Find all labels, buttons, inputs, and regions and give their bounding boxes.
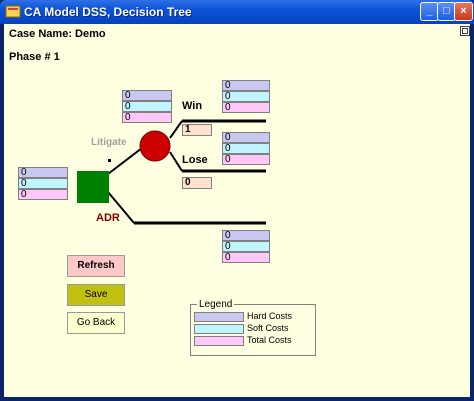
go-back-button[interactable]: Go Back — [67, 312, 125, 334]
adr-soft-cost: 0 — [18, 178, 68, 189]
litigate-chance-node[interactable] — [138, 129, 172, 163]
adr-outcome-hard-cost: 0 — [222, 230, 270, 241]
lose-total-cost: 0 — [222, 154, 270, 165]
client-area: Case Name: Demo Phase # 1 ADR Litigate W… — [4, 24, 470, 397]
litigate-hard-cost: 0 — [122, 90, 172, 101]
legend-title: Legend — [197, 299, 235, 310]
legend-label-hard: Hard Costs — [247, 311, 293, 321]
restore-icon[interactable] — [460, 26, 470, 36]
lose-hard-cost: 0 — [222, 132, 270, 143]
legend-label-total: Total Costs — [247, 335, 292, 345]
lose-label: Lose — [182, 154, 208, 166]
refresh-button[interactable]: Refresh — [67, 255, 125, 277]
lose-probability-input[interactable]: 0 — [182, 177, 212, 189]
win-total-cost: 0 — [222, 102, 270, 113]
litigate-total-cost: 0 — [122, 112, 172, 123]
adr-decision-node[interactable] — [77, 171, 109, 203]
win-probability-input[interactable]: 1 — [182, 124, 212, 136]
lose-soft-cost: 0 — [222, 143, 270, 154]
win-hard-cost: 0 — [222, 80, 270, 91]
title-bar[interactable]: CA Model DSS, Decision Tree _ □ × — [0, 0, 474, 24]
legend-label-soft: Soft Costs — [247, 323, 289, 333]
app-window: CA Model DSS, Decision Tree _ □ × Case N… — [0, 0, 474, 401]
adr-total-cost: 0 — [18, 189, 68, 200]
adr-label: ADR — [96, 212, 120, 224]
legend-swatch-soft — [194, 324, 244, 334]
win-soft-cost: 0 — [222, 91, 270, 102]
legend-swatch-hard — [194, 312, 244, 322]
close-button[interactable]: × — [454, 2, 473, 21]
window-title: CA Model DSS, Decision Tree — [24, 5, 192, 19]
save-button[interactable]: Save — [67, 284, 125, 306]
adr-outcome-total-cost: 0 — [222, 252, 270, 263]
legend-swatch-total — [194, 336, 244, 346]
app-icon — [5, 5, 21, 18]
win-label: Win — [182, 100, 203, 112]
litigate-label: Litigate — [91, 137, 127, 148]
adr-outcome-soft-cost: 0 — [222, 241, 270, 252]
litigate-soft-cost: 0 — [122, 101, 172, 112]
adr-hard-cost: 0 — [18, 167, 68, 178]
